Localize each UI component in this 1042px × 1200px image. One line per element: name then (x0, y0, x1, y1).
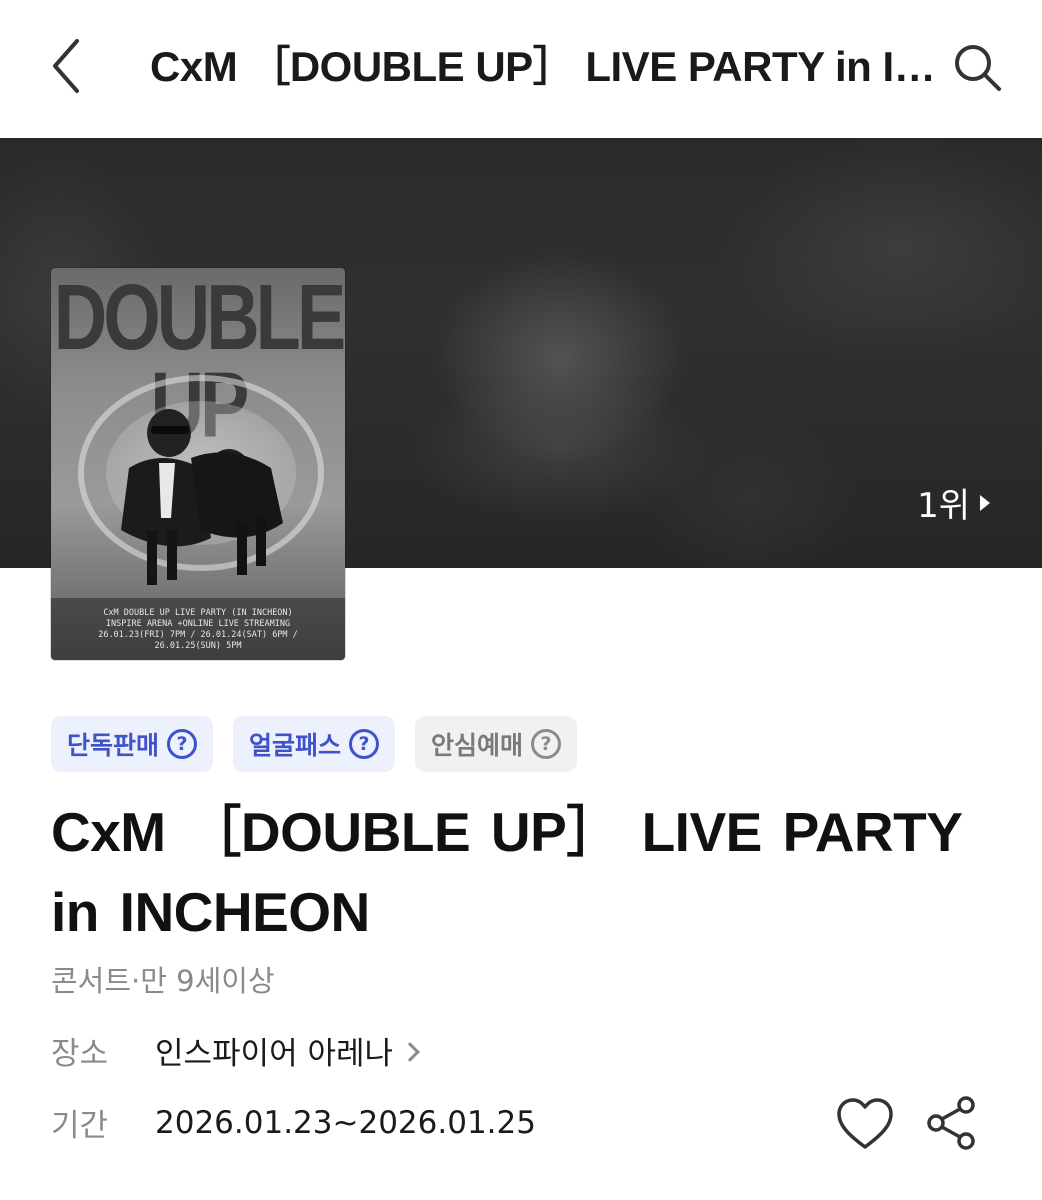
poster-artwork (51, 375, 345, 660)
period-row: 기간 2026.01.23~2026.01.25 (51, 1100, 536, 1145)
rank-label: 1위 (917, 486, 970, 526)
help-circle-icon: ? (531, 729, 562, 759)
back-button[interactable] (38, 34, 94, 98)
search-button[interactable] (946, 36, 1010, 100)
venue-row: 장소 인스파이어 아레나 (51, 1028, 420, 1073)
period-value: 2026.01.23~2026.01.25 (155, 1104, 536, 1141)
poster-caption-line: 26.01.23(FRI) 7PM / 26.01.24(SAT) 6PM / … (98, 630, 298, 651)
badge-label: 단독판매 (67, 731, 160, 760)
venue-label: 장소 (51, 1036, 109, 1072)
search-icon (955, 45, 1001, 91)
safe-booking-badge[interactable]: 안심예매 ? (415, 716, 578, 772)
event-poster[interactable]: DOUBLE UP CxM DOUBLE UP LIVE PARTY (IN I… (51, 268, 345, 660)
period-label: 기간 (51, 1108, 109, 1144)
help-circle-icon: ? (349, 729, 380, 759)
help-circle-icon: ? (167, 729, 198, 759)
face-pass-badge[interactable]: 얼굴패스 ? (233, 716, 396, 772)
caret-right-icon (980, 494, 990, 511)
share-button[interactable] (922, 1092, 982, 1154)
badge-label: 안심예매 (431, 731, 524, 760)
chevron-right-icon (400, 1041, 420, 1062)
venue-value: 인스파이어 아레나 (155, 1036, 394, 1072)
top-app-bar: CxM ［DOUBLE UP］ LIVE PARTY in INCHEON (0, 0, 1042, 138)
badge-list: 단독판매 ? 얼굴패스 ? 안심예매 ? (51, 716, 578, 772)
like-button[interactable] (835, 1094, 895, 1154)
poster-caption: CxM DOUBLE UP LIVE PARTY (IN INCHEON) IN… (51, 608, 345, 652)
share-icon (927, 1096, 975, 1150)
chevron-left-icon (53, 39, 79, 93)
ranking-link[interactable]: 1위 (917, 478, 990, 527)
poster-caption-line: INSPIRE ARENA +ONLINE LIVE STREAMING (105, 619, 291, 629)
poster-caption-line: CxM DOUBLE UP LIVE PARTY (IN INCHEON) (103, 608, 293, 618)
venue-link[interactable]: 인스파이어 아레나 (155, 1028, 420, 1073)
page-title: CxM ［DOUBLE UP］ LIVE PARTY in INCHEON (150, 43, 940, 90)
exclusive-sale-badge[interactable]: 단독판매 ? (51, 716, 214, 772)
badge-label: 얼굴패스 (249, 731, 342, 760)
event-title: CxM ［DOUBLE UP］ LIVE PARTY in INCHEON (51, 801, 962, 943)
heart-icon (837, 1098, 893, 1149)
event-genre-age: 콘서트·만 9세이상 (51, 964, 275, 998)
